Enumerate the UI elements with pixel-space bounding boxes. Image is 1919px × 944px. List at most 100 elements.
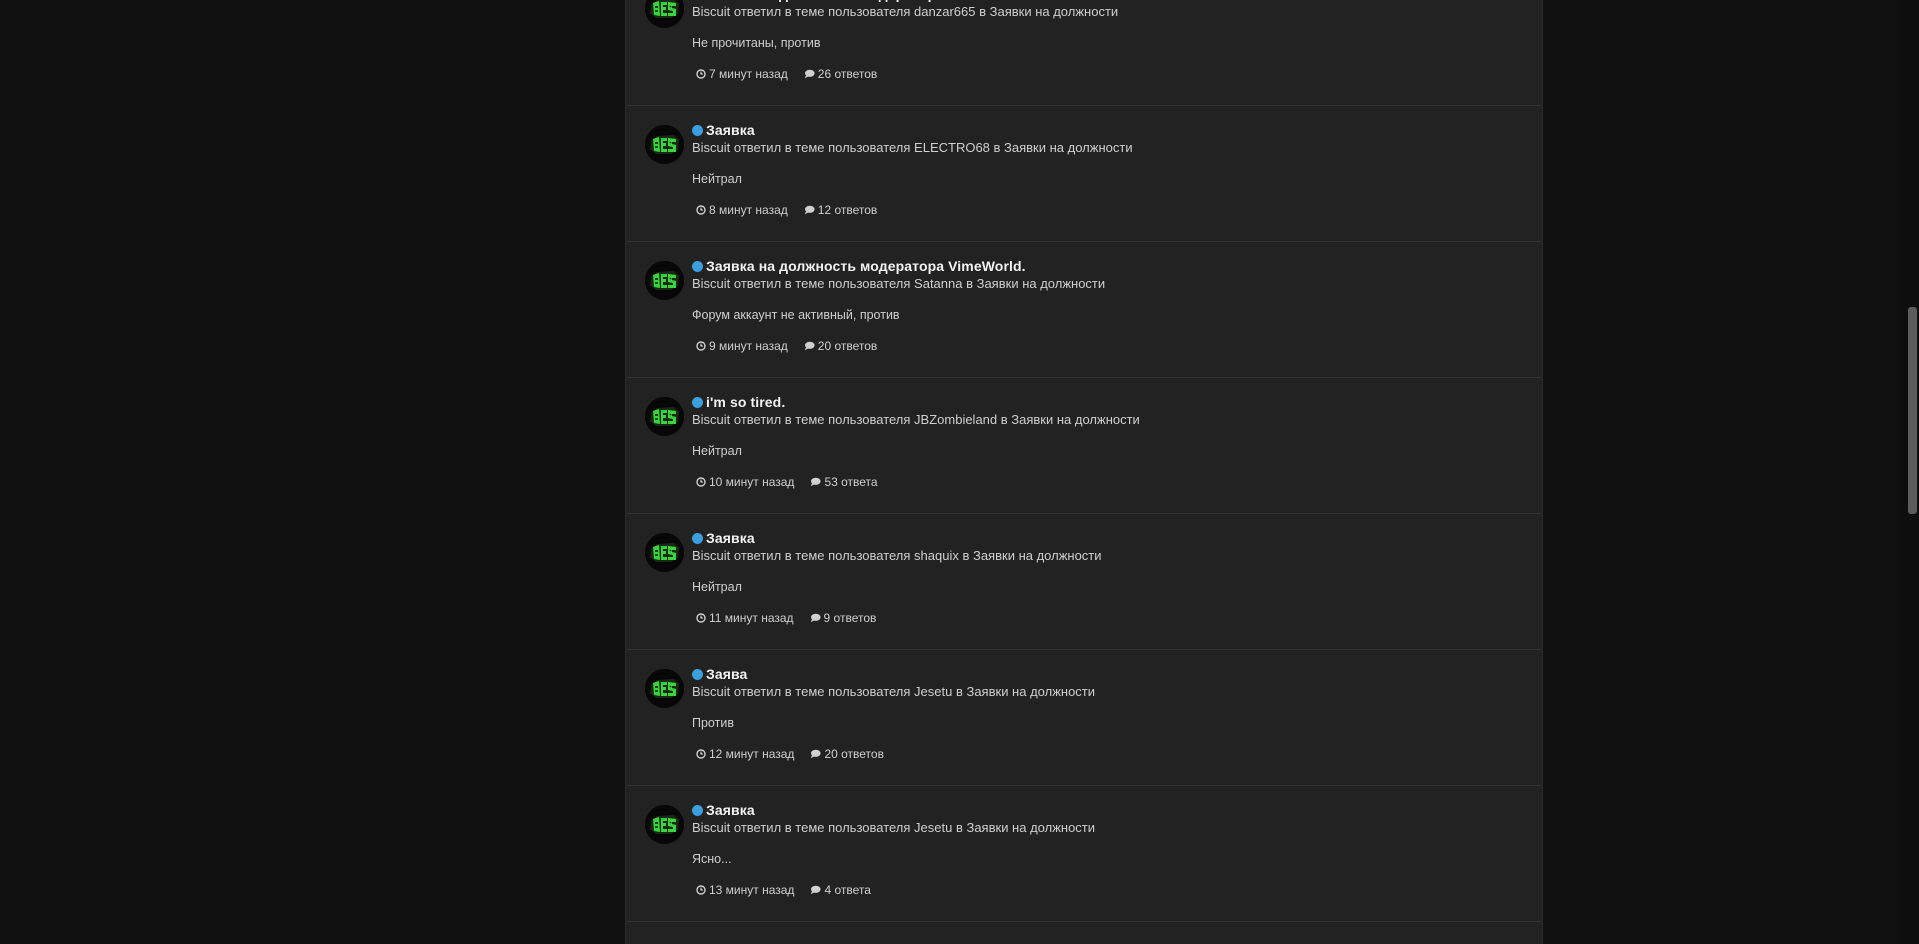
user-avatar[interactable]: [645, 805, 684, 844]
time-stat: 7 минут назад: [696, 67, 788, 81]
activity-meta-text: Biscuit ответил в теме пользователя ELEC…: [692, 140, 1133, 155]
title-row: Заявка: [692, 801, 1522, 819]
replies-stat[interactable]: 26 ответов: [804, 67, 878, 81]
time-stat: 9 минут назад: [696, 339, 788, 353]
post-snippet: Ясно...: [692, 852, 732, 866]
activity-stats: 7 минут назад 26 ответов: [692, 66, 1522, 82]
user-avatar[interactable]: [645, 397, 684, 436]
activity-meta-text: Biscuit ответил в теме пользователя Sata…: [692, 276, 1106, 291]
activity-list: Заявка на должность модератора VimeWorld…: [626, 0, 1542, 922]
replies-stat[interactable]: 53 ответа: [810, 475, 878, 489]
replies-label: 20 ответов: [817, 339, 878, 353]
user-avatar[interactable]: [645, 533, 684, 572]
replies-stat[interactable]: 20 ответов: [804, 339, 878, 353]
activity-meta-text: Biscuit ответил в теме пользователя danz…: [692, 4, 1119, 19]
clock-icon: [696, 613, 706, 623]
time-label: 13 минут назад: [709, 883, 795, 897]
title-row: i'm so tired.: [692, 393, 1522, 411]
user-avatar[interactable]: [645, 125, 684, 164]
unread-dot-icon: [692, 804, 703, 816]
clock-icon: [696, 69, 706, 79]
activity-content: Заявка Biscuit ответил в теме пользовате…: [692, 121, 1522, 218]
activity-meta-text: Biscuit ответил в теме пользователя JBZo…: [692, 412, 1140, 427]
topic-title-link[interactable]: Заява: [706, 666, 747, 682]
time-label: 9 минут назад: [709, 339, 788, 353]
clock-icon: [696, 205, 706, 215]
activity-meta-text: Biscuit ответил в теме пользователя shaq…: [692, 548, 1102, 563]
topic-title-link[interactable]: Заявка на должность модератора VimeWorld…: [706, 0, 1026, 2]
scrollbar-thumb[interactable]: [1908, 307, 1917, 514]
replies-label: 53 ответа: [824, 475, 878, 489]
unread-dot-icon: [692, 668, 703, 680]
topic-title-link[interactable]: i'm so tired.: [706, 394, 785, 410]
user-avatar[interactable]: [645, 261, 684, 300]
post-snippet: Нейтрал: [692, 444, 742, 458]
activity-content: Заявка Biscuit ответил в теме пользовате…: [692, 529, 1522, 626]
activity-item: Заява Biscuit ответил в теме пользовател…: [626, 650, 1542, 786]
time-label: 7 минут назад: [709, 67, 788, 81]
post-snippet: Форум аккаунт не активный, против: [692, 308, 900, 322]
comment-icon: [804, 205, 815, 215]
activity-feed: Заявка на должность модератора VimeWorld…: [625, 0, 1543, 944]
replies-label: 9 ответов: [823, 611, 877, 625]
unread-dot-icon: [692, 396, 703, 408]
page-scrollbar[interactable]: [1902, 0, 1919, 944]
replies-label: 4 ответа: [824, 883, 871, 897]
time-stat: 13 минут назад: [696, 883, 794, 897]
clock-icon: [696, 885, 706, 895]
comment-icon: [804, 69, 815, 79]
time-stat: 10 минут назад: [696, 475, 794, 489]
post-snippet: Нейтрал: [692, 580, 742, 594]
post-snippet: Нейтрал: [692, 172, 742, 186]
activity-item: Заявка на должность модератора VimeWorld…: [626, 0, 1542, 106]
topic-title-link[interactable]: Заявка на должность модератора VimeWorld…: [706, 258, 1026, 274]
activity-content: Заява Biscuit ответил в теме пользовател…: [692, 665, 1522, 762]
replies-stat[interactable]: 20 ответов: [810, 747, 884, 761]
time-stat: 11 минут назад: [696, 611, 794, 625]
activity-content: Заявка на должность модератора VimeWorld…: [692, 257, 1522, 354]
activity-item: i'm so tired. Biscuit ответил в теме пол…: [626, 378, 1542, 514]
comment-icon: [811, 749, 822, 759]
clock-icon: [696, 341, 706, 351]
clock-icon: [696, 749, 706, 759]
topic-title-link[interactable]: Заявка: [706, 530, 755, 546]
user-avatar[interactable]: [645, 0, 684, 28]
time-stat: 12 минут назад: [696, 747, 794, 761]
unread-dot-icon: [692, 260, 703, 272]
clock-icon: [696, 477, 706, 487]
replies-label: 12 ответов: [817, 203, 878, 217]
topic-title-link[interactable]: Заявка: [706, 802, 755, 818]
replies-label: 20 ответов: [824, 747, 884, 761]
replies-stat[interactable]: 4 ответа: [810, 883, 871, 897]
user-avatar[interactable]: [645, 669, 684, 708]
activity-item: Заявка на должность модератора VimeWorld…: [626, 242, 1542, 378]
activity-stats: 9 минут назад 20 ответов: [692, 338, 1522, 354]
title-row: Заявка: [692, 529, 1522, 547]
activity-item: Заявка Biscuit ответил в теме пользовате…: [626, 514, 1542, 650]
activity-content: Заявка на должность модератора VimeWorld…: [692, 0, 1522, 82]
comment-icon: [804, 341, 815, 351]
post-snippet: Против: [692, 716, 734, 730]
time-stat: 8 минут назад: [696, 203, 788, 217]
activity-meta-text: Biscuit ответил в теме пользователя Jese…: [692, 820, 1096, 835]
comment-icon: [810, 613, 821, 623]
activity-item: Заявка Biscuit ответил в теме пользовате…: [626, 106, 1542, 242]
post-snippet: Не прочитаны, против: [692, 36, 821, 50]
activity-meta-text: Biscuit ответил в теме пользователя Jese…: [692, 684, 1096, 699]
comment-icon: [811, 885, 822, 895]
replies-stat[interactable]: 12 ответов: [804, 203, 878, 217]
activity-stats: 10 минут назад 53 ответа: [692, 474, 1522, 490]
title-row: Заявка: [692, 121, 1522, 139]
time-label: 11 минут назад: [709, 611, 794, 625]
replies-label: 26 ответов: [817, 67, 878, 81]
title-row: Заявка на должность модератора VimeWorld…: [692, 257, 1522, 275]
activity-stats: 13 минут назад 4 ответа: [692, 882, 1522, 898]
time-label: 12 минут назад: [709, 747, 795, 761]
replies-stat[interactable]: 9 ответов: [810, 611, 877, 625]
activity-stats: 12 минут назад 20 ответов: [692, 746, 1522, 762]
activity-stats: 11 минут назад 9 ответов: [692, 610, 1522, 626]
activity-item: Заявка Biscuit ответил в теме пользовате…: [626, 786, 1542, 922]
page: Заявка на должность модератора VimeWorld…: [0, 0, 1919, 944]
topic-title-link[interactable]: Заявка: [706, 122, 755, 138]
activity-content: Заявка Biscuit ответил в теме пользовате…: [692, 801, 1522, 898]
